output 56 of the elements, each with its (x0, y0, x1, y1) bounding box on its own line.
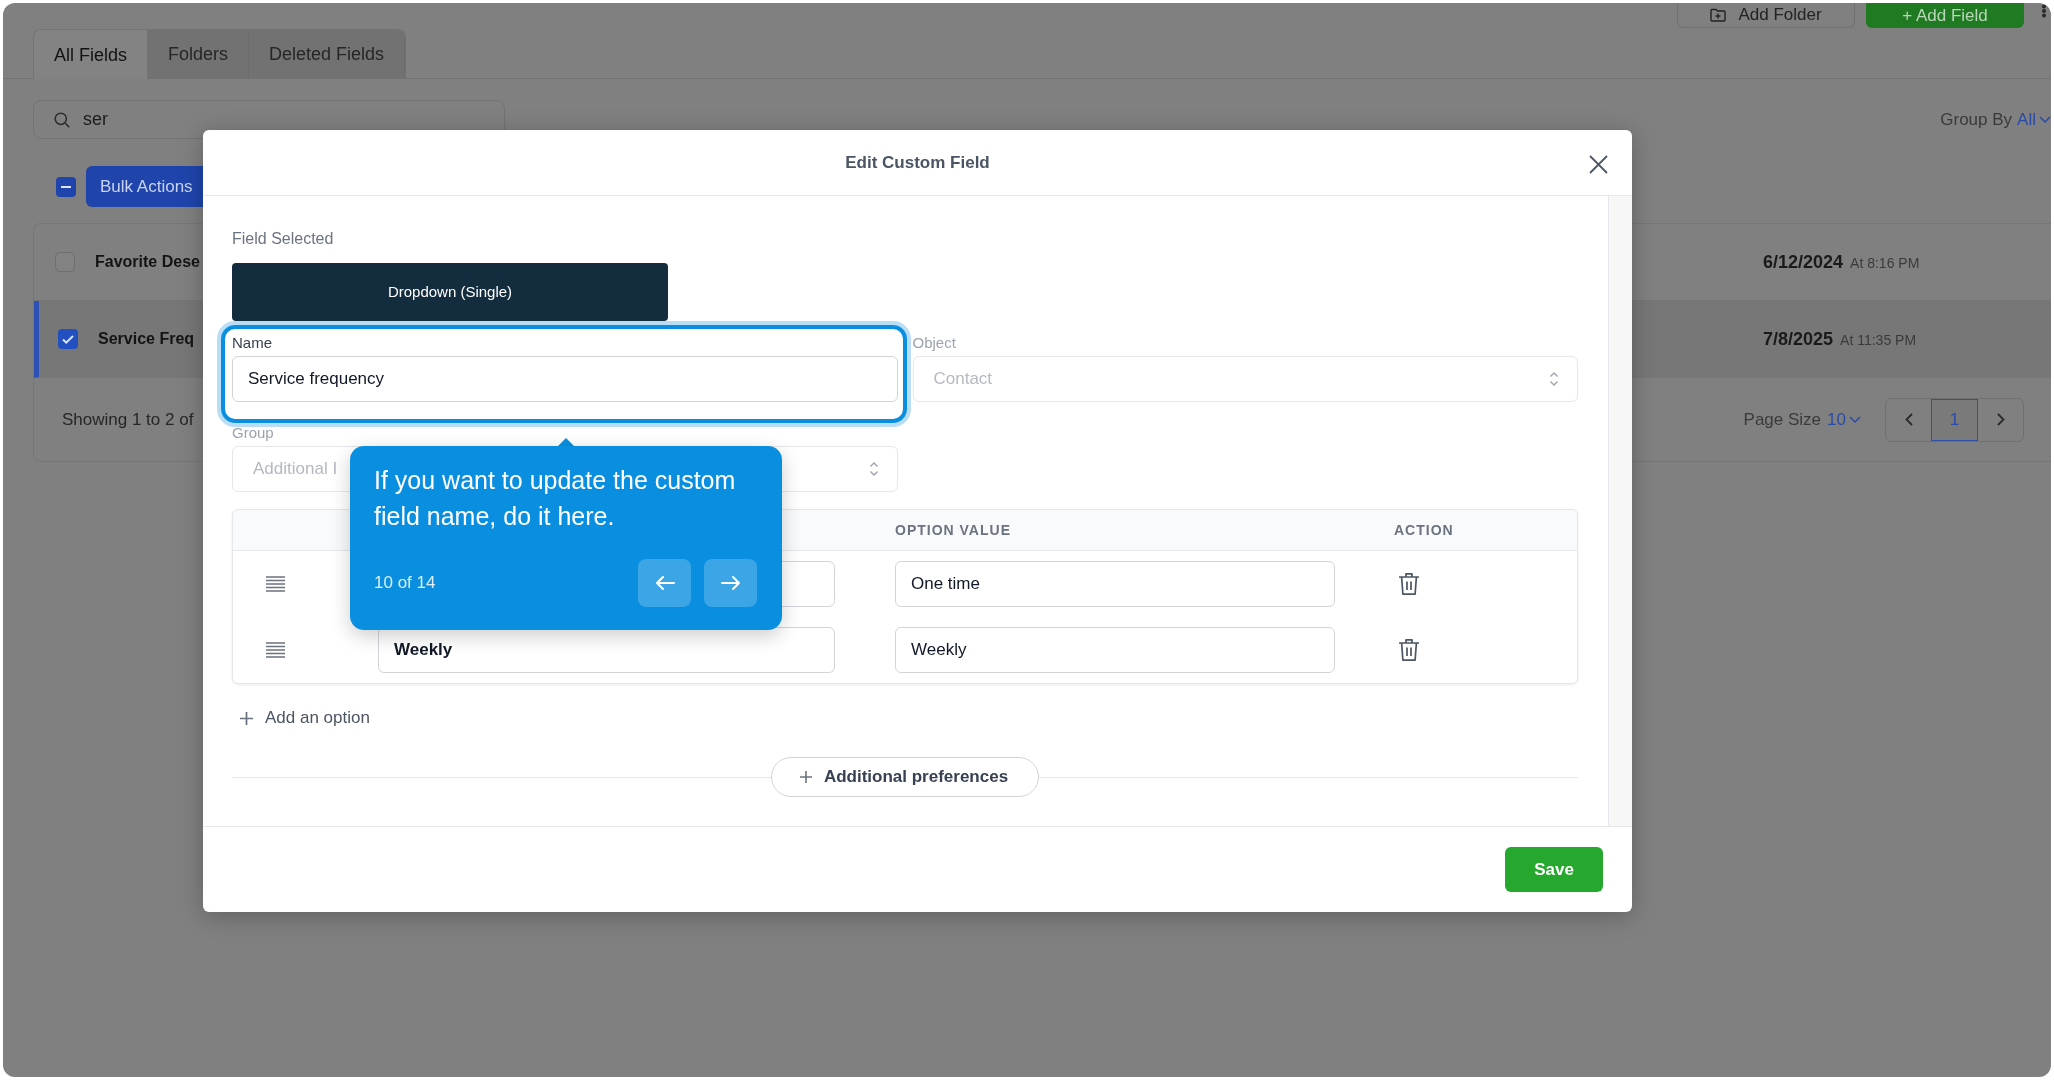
add-option-button[interactable]: Add an option (240, 706, 370, 730)
kebab-menu-icon[interactable] (2041, 4, 2047, 18)
up-down-chevron-icon (868, 461, 879, 477)
tab[interactable]: All Fields (34, 30, 149, 79)
arrow-right-icon (720, 575, 741, 591)
drag-handle-icon[interactable] (266, 642, 285, 658)
search-icon (54, 111, 70, 128)
time-text: At 11:35 PM (1840, 330, 1917, 350)
chevron-left-icon (1904, 413, 1913, 426)
group-by-label: Group By (1940, 108, 2013, 131)
select-value: Additional I (253, 458, 338, 481)
field-label: Group (232, 424, 274, 442)
trash-icon[interactable] (1398, 638, 1420, 662)
save-button[interactable]: Save (1505, 847, 1603, 892)
column-header: OPTION VALUE (895, 522, 1011, 538)
chevron-down-icon (1849, 416, 1861, 423)
pagination-summary: Showing 1 to 2 of (62, 408, 194, 431)
option-value-input[interactable]: Weekly (895, 627, 1335, 673)
field-name: Service Freq (98, 329, 195, 349)
option-value-input[interactable]: One time (895, 561, 1335, 607)
previous-step-button[interactable] (638, 559, 691, 607)
section-label: Field Selected (232, 229, 334, 249)
select-value: Contact (933, 368, 993, 391)
option-label-input[interactable]: Weekly (378, 627, 835, 673)
chevron-down-icon (2039, 116, 2051, 123)
modal-title: Edit Custom Field (845, 151, 990, 174)
chevron-right-icon (1996, 413, 2005, 426)
time-text: At 8:16 PM (1850, 253, 1920, 273)
date-text: 7/8/2025 (1763, 327, 1834, 351)
page-size-label: Page Size (1743, 408, 1822, 431)
folder-plus-icon (1710, 8, 1727, 22)
additional-preferences-button[interactable]: Additional preferences (770, 757, 1040, 797)
select-all-checkbox[interactable] (56, 176, 76, 197)
up-down-chevron-icon (1549, 371, 1559, 387)
arrow-left-icon (654, 575, 675, 591)
tab[interactable]: Folders (148, 30, 250, 79)
tooltip-text: If you want to update the custom field name, do it here. (374, 465, 737, 532)
date-text: 6/12/2024 (1763, 250, 1844, 274)
drag-handle-icon[interactable] (266, 576, 285, 592)
field-label: Object (912, 334, 956, 352)
column-header: ACTION (1394, 522, 1454, 538)
tab[interactable]: Deleted Fields (249, 30, 406, 79)
plus-icon (240, 711, 253, 725)
bulk-actions-button[interactable]: Bulk Actions (86, 166, 203, 207)
field-label: Name (232, 334, 272, 352)
next-step-button[interactable] (704, 559, 757, 607)
field-name: Favorite Dese (95, 252, 200, 272)
row-checkbox[interactable] (58, 329, 78, 349)
plus-icon (799, 771, 812, 783)
step-counter: 10 of 14 (374, 572, 436, 595)
trash-icon[interactable] (1398, 572, 1420, 596)
close-icon[interactable] (1589, 155, 1608, 174)
text-input[interactable]: Service frequency (232, 356, 898, 402)
add-field-button[interactable]: + Add Field (1866, 3, 2024, 28)
field-type-button[interactable]: Dropdown (Single) (232, 263, 668, 321)
add-folder-button[interactable]: Add Folder (1677, 3, 1855, 28)
